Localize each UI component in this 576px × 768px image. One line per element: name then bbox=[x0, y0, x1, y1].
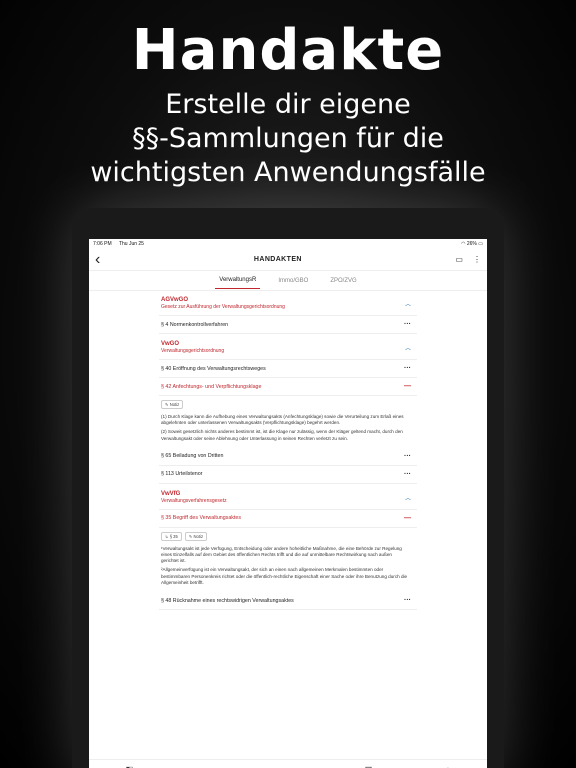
chevron-up-icon[interactable]: ︿ bbox=[405, 343, 411, 352]
collapse-icon[interactable]: — bbox=[404, 515, 411, 522]
app-screen: 7:06 PM Thu Jun 25 ◠ 26% ▭ ‹ HANDAKTEN ▭… bbox=[89, 239, 487, 768]
law-description: Verwaltungsgerichtsordnung bbox=[161, 348, 225, 354]
paragraph-label: § 65 Beiladung von Dritten bbox=[161, 453, 224, 460]
search-icon[interactable]: ⌕ bbox=[287, 765, 291, 768]
paragraph-row-open[interactable]: § 42 Anfechtungs- und Verpflichtungsklag… bbox=[159, 378, 417, 396]
law-name: VwVfG bbox=[161, 490, 181, 497]
link-chip[interactable]: ↳ § 35 bbox=[161, 531, 182, 541]
paragraph-label: § 42 Anfechtungs- und Verpflichtungsklag… bbox=[161, 383, 262, 390]
more-horiz-icon[interactable]: ··· bbox=[404, 321, 411, 328]
chevron-up-icon[interactable]: ︿ bbox=[405, 493, 411, 502]
page-title: HANDAKTEN bbox=[253, 256, 302, 263]
law-name: AGVwGO bbox=[161, 297, 189, 303]
paragraph-sentence: ¹Verwaltungsakt ist jede Verfügung, Ents… bbox=[161, 545, 402, 564]
wifi-icon: ◠ bbox=[461, 241, 466, 247]
paragraph-sentence: (1) Durch Klage kann die Aufhebung eines… bbox=[161, 414, 404, 426]
promo-subtitle-line: §§-Sammlungen für die bbox=[132, 123, 444, 154]
top-app-bar: ‹ HANDAKTEN ▭ ⋮ bbox=[89, 249, 487, 271]
tab-verwaltungsr[interactable]: VerwaltungsR bbox=[215, 272, 261, 289]
tab-zpo-zvg[interactable]: ZPO/ZVG bbox=[326, 273, 360, 289]
collapse-icon[interactable]: — bbox=[404, 383, 411, 390]
more-horiz-icon[interactable]: ··· bbox=[404, 597, 411, 604]
more-horiz-icon[interactable]: ··· bbox=[404, 453, 411, 460]
paragraph-label: § 35 Begriff des Verwaltungsaktes bbox=[161, 515, 241, 522]
note-chip[interactable]: ✎ Notiz bbox=[161, 400, 184, 409]
more-horiz-icon[interactable]: ··· bbox=[404, 365, 411, 372]
tab-bar: VerwaltungsR Immo/GBO ZPO/ZVG bbox=[89, 271, 487, 291]
paragraph-row[interactable]: § 48 Rücknahme eines rechtswidrigen Verw… bbox=[159, 592, 417, 611]
promo-subtitle-line: Erstelle dir eigene bbox=[165, 89, 411, 120]
paragraph-row-open[interactable]: § 35 Begriff des Verwaltungsaktes — bbox=[159, 510, 417, 528]
link-chip-label: § 35 bbox=[169, 533, 178, 539]
status-bar: 7:06 PM Thu Jun 25 ◠ 26% ▭ bbox=[89, 239, 487, 249]
promo-subtitle: Erstelle dir eigene §§-Sammlungen für di… bbox=[0, 88, 576, 190]
chevron-up-icon[interactable]: ︿ bbox=[405, 299, 411, 308]
paragraph-label: § 40 Eröffnung des Verwaltungsrechtswege… bbox=[161, 365, 266, 372]
promo-title: Handakte bbox=[131, 18, 445, 83]
tab-immo-gbo[interactable]: Immo/GBO bbox=[274, 273, 312, 289]
paragraph-label: § 48 Rücknahme eines rechtswidrigen Verw… bbox=[161, 597, 294, 604]
paragraph-text: (1) Durch Klage kann die Aufhebung eines… bbox=[159, 412, 417, 448]
status-date: Thu Jun 25 bbox=[118, 241, 144, 247]
law-description: Gesetz zur Ausführung der Verwaltungsger… bbox=[161, 304, 285, 310]
law-header-vwgo[interactable]: VwGO Verwaltungsgerichtsordnung ︿ bbox=[159, 338, 417, 360]
status-time: 7:06 PM bbox=[93, 241, 112, 247]
status-battery: 26% bbox=[466, 241, 477, 247]
more-vert-icon[interactable]: ⋮ bbox=[473, 255, 481, 264]
bottom-navigation: ◧ ▭ ⌕ ▦ ⌂ bbox=[89, 759, 487, 768]
note-chip[interactable]: ✎ Notiz bbox=[184, 531, 208, 541]
law-name: VwGO bbox=[161, 341, 180, 347]
battery-icon: ▭ bbox=[478, 241, 483, 247]
paragraph-label: § 4 Normenkontrollverfahren bbox=[161, 321, 229, 328]
paragraph-label: § 113 Urteilstenor bbox=[161, 471, 203, 478]
paragraph-row[interactable]: § 65 Beiladung von Dritten ··· bbox=[159, 448, 417, 466]
paragraph-row[interactable]: § 4 Normenkontrollverfahren ··· bbox=[159, 316, 417, 334]
paragraph-sentence: (2) Soweit gesetzlich nichts anderes bes… bbox=[161, 429, 403, 441]
promo-subtitle-line: wichtigsten Anwendungsfälle bbox=[90, 157, 486, 188]
note-chip-label: Notiz bbox=[169, 402, 180, 407]
law-header-agvwgo[interactable]: AGVwGO Gesetz zur Ausführung der Verwalt… bbox=[159, 294, 417, 316]
paragraph-text: ¹Verwaltungsakt ist jede Verfügung, Ents… bbox=[159, 544, 417, 592]
back-arrow-icon[interactable]: ‹ bbox=[95, 251, 100, 269]
law-header-vwvfg[interactable]: VwVfG Verwaltungsverfahrensgesetz ︿ bbox=[159, 488, 417, 510]
paragraph-sentence: ²Allgemeinverfügung ist ein Verwaltungsa… bbox=[161, 567, 408, 585]
tablet-icon[interactable]: ▭ bbox=[455, 255, 463, 264]
note-chip-label: Notiz bbox=[193, 533, 204, 539]
paragraph-row[interactable]: § 113 Urteilstenor ··· bbox=[159, 466, 417, 484]
handakte-list: AGVwGO Gesetz zur Ausführung der Verwalt… bbox=[159, 294, 417, 611]
more-horiz-icon[interactable]: ··· bbox=[404, 471, 411, 478]
law-description: Verwaltungsverfahrensgesetz bbox=[161, 497, 227, 504]
paragraph-row[interactable]: § 40 Eröffnung des Verwaltungsrechtswege… bbox=[159, 360, 417, 378]
